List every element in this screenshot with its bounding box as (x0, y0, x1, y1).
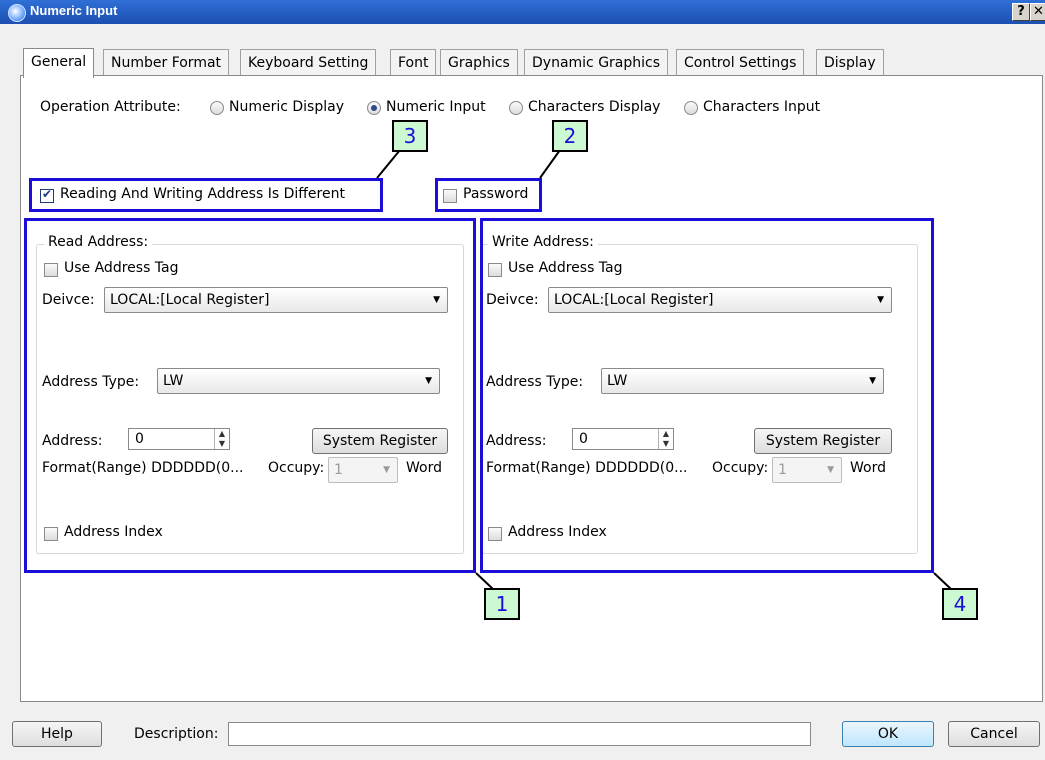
close-button[interactable]: ✕ (1030, 3, 1045, 21)
annotation-box-read-address (24, 218, 476, 573)
callout-4: 4 (942, 588, 978, 620)
callout-2: 2 (552, 120, 588, 152)
tab-general[interactable]: General (23, 48, 95, 78)
ok-button[interactable]: OK (842, 721, 934, 747)
help-button[interactable]: Help (12, 721, 102, 747)
annotation-box-password (435, 178, 542, 212)
tab-keyboard-setting[interactable]: Keyboard Setting (240, 49, 377, 76)
annotation-box-write-address (480, 218, 934, 573)
window-title: Numeric Input (30, 3, 118, 18)
description-label: Description: (134, 726, 219, 742)
radio-numeric-display[interactable] (210, 101, 224, 115)
radio-label-characters-display[interactable]: Characters Display (528, 99, 660, 115)
radio-label-numeric-display[interactable]: Numeric Display (229, 99, 344, 115)
help-question-button[interactable]: ? (1012, 3, 1030, 21)
tab-display[interactable]: Display (816, 49, 884, 76)
operation-attribute-label: Operation Attribute: (40, 99, 181, 115)
radio-label-numeric-input[interactable]: Numeric Input (386, 99, 486, 115)
callout-1: 1 (484, 588, 520, 620)
radio-characters-display[interactable] (509, 101, 523, 115)
tab-number-format[interactable]: Number Format (103, 49, 230, 76)
tab-dynamic-graphics[interactable]: Dynamic Graphics (524, 49, 669, 76)
description-input[interactable] (228, 722, 811, 746)
radio-label-characters-input[interactable]: Characters Input (703, 99, 820, 115)
radio-characters-input[interactable] (684, 101, 698, 115)
tab-control-settings[interactable]: Control Settings (676, 49, 805, 76)
tab-graphics[interactable]: Graphics (440, 49, 518, 76)
tab-font[interactable]: Font (390, 49, 437, 76)
radio-numeric-input[interactable] (367, 101, 381, 115)
annotation-box-rw-different (29, 178, 383, 212)
app-icon (8, 4, 26, 22)
title-bar: Numeric Input ? ✕ (0, 0, 1045, 24)
cancel-button[interactable]: Cancel (948, 721, 1040, 747)
callout-3: 3 (392, 120, 428, 152)
